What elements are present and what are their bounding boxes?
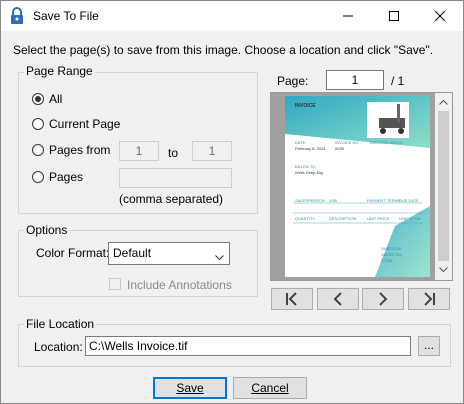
invoice-line-quantity: QUANTITY: [295, 216, 316, 221]
scroll-up-icon[interactable]: [439, 99, 448, 105]
next-page-button[interactable]: [362, 288, 404, 310]
browse-button[interactable]: ...: [418, 336, 440, 356]
last-page-icon: [424, 292, 435, 306]
minimize-icon: [343, 15, 353, 17]
comma-separated-hint: (comma separated): [119, 192, 224, 206]
page-preview[interactable]: INVOICE TRENTON WELLS DATE INVOICE NO Fe…: [270, 92, 453, 281]
instructions-text: Select the page(s) to save from this ima…: [13, 43, 434, 57]
save-button[interactable]: Save: [153, 377, 227, 399]
radio-pages-label: Pages: [49, 170, 84, 184]
first-page-button[interactable]: [271, 288, 313, 310]
last-page-button[interactable]: [408, 288, 450, 310]
scroll-thumb[interactable]: [438, 111, 449, 261]
invoice-line-date: DATE: [295, 140, 306, 145]
invoice-title: INVOICE: [295, 103, 316, 109]
next-page-icon: [379, 292, 388, 306]
previous-page-icon: [333, 292, 342, 306]
first-page-icon: [286, 292, 297, 306]
cancel-button[interactable]: Cancel: [233, 377, 307, 399]
close-icon: [434, 10, 446, 22]
invoice-line-invoice-no: INVOICE NO: [335, 140, 359, 145]
scroll-down-icon[interactable]: [439, 267, 448, 273]
options-label: Options: [24, 223, 70, 237]
minimize-button[interactable]: [325, 1, 371, 31]
invoice-thumbnail: INVOICE TRENTON WELLS DATE INVOICE NO Fe…: [285, 96, 430, 277]
radio-current-page-circle[interactable]: [32, 118, 44, 130]
color-format-dropdown[interactable]: Default: [108, 242, 230, 265]
radio-all-label: All: [49, 92, 63, 106]
invoice-line-due-date: DUE DATE: [399, 198, 419, 203]
radio-all[interactable]: All: [32, 92, 62, 106]
invoice-line-job: JOB: [329, 198, 337, 203]
invoice-line-salesperson: SALESPERSON: [295, 198, 325, 203]
pages-list-input[interactable]: [119, 168, 232, 188]
save-to-file-dialog: Save To File Select the page(s) to save …: [0, 0, 464, 404]
file-location-label: File Location: [24, 317, 97, 331]
invoice-line-line-total: LINE TOTAL: [399, 216, 422, 221]
invoice-line-payment-terms: PAYMENT TERMS: [367, 198, 401, 203]
invoice-line-unit-price: UNIT PRICE: [367, 216, 390, 221]
title-bar: Save To File: [1, 1, 463, 31]
pages-from-input[interactable]: 1: [119, 141, 159, 161]
close-button[interactable]: [417, 1, 463, 31]
maximize-button[interactable]: [371, 1, 417, 31]
radio-pages-from[interactable]: Pages from: [32, 143, 110, 157]
to-label: to: [168, 146, 179, 160]
page-range-label: Page Range: [24, 64, 95, 78]
dropdown-arrow-icon: [215, 250, 224, 264]
lock-icon: [9, 7, 25, 25]
radio-current-page-label: Current Page: [49, 117, 121, 131]
radio-pages-from-circle[interactable]: [32, 144, 44, 156]
invoice-line-sales-tax: SALES TAX: [381, 252, 403, 257]
radio-pages[interactable]: Pages: [32, 170, 83, 184]
save-button-label: Save: [176, 381, 204, 395]
radio-pages-from-label: Pages from: [49, 143, 111, 157]
page-number-input[interactable]: 1: [326, 70, 384, 90]
invoice-line-total: TOTAL: [381, 258, 394, 263]
location-path-input[interactable]: C:\Wells Invoice.tif: [85, 336, 411, 356]
previous-page-button[interactable]: [317, 288, 359, 310]
pages-to-input[interactable]: 1: [192, 141, 232, 161]
include-annotations-label: Include Annotations: [127, 278, 232, 292]
invoice-line-subtotal: SUBTOTAL: [381, 246, 402, 251]
cancel-button-label: Cancel: [251, 381, 289, 395]
color-format-label: Color Format:: [36, 246, 110, 260]
location-label: Location:: [34, 340, 83, 354]
invoice-line-date-value: February 8, 2024: [295, 146, 326, 151]
invoice-line-number-value: 0035: [335, 146, 344, 151]
invoice-company: TRENTON WELLS: [369, 140, 403, 145]
radio-current-page[interactable]: Current Page: [32, 117, 120, 131]
include-annotations-checkbox[interactable]: [109, 278, 121, 290]
page-label: Page:: [277, 74, 309, 88]
preview-scrollbar[interactable]: [435, 93, 452, 280]
page-total: / 1: [391, 74, 405, 88]
color-format-value: Default: [113, 246, 152, 260]
invoice-line-description: DESCRIPTION: [329, 216, 357, 221]
invoice-line-billed-to: BILLED TO: [295, 164, 316, 169]
radio-all-circle[interactable]: [32, 93, 44, 105]
window-title: Save To File: [33, 9, 99, 23]
maximize-icon: [389, 11, 399, 21]
invoice-line-client: Wells Deep-Dig: [295, 170, 323, 175]
radio-pages-circle[interactable]: [32, 171, 44, 183]
